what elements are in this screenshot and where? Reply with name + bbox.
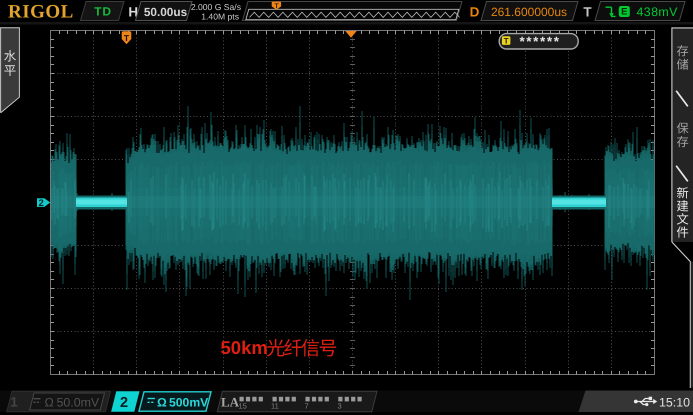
svg-text:Ω: Ω: [157, 395, 167, 409]
svg-text:50.00us: 50.00us: [144, 5, 188, 19]
svg-text:T: T: [504, 36, 509, 45]
svg-text:500mV: 500mV: [169, 395, 209, 409]
svg-text:TD: TD: [94, 4, 112, 18]
svg-text:LA: LA: [221, 395, 240, 410]
svg-text:T: T: [583, 5, 592, 20]
svg-text:E: E: [621, 7, 627, 18]
svg-text:Ω: Ω: [45, 396, 54, 410]
svg-text:D: D: [470, 5, 480, 20]
svg-text:******: ******: [519, 34, 560, 49]
svg-text:438mV: 438mV: [637, 5, 679, 19]
svg-text:3: 3: [338, 401, 342, 410]
svg-text:1: 1: [10, 395, 18, 410]
svg-text:T: T: [124, 33, 130, 43]
svg-text:1.40M pts: 1.40M pts: [201, 11, 239, 21]
svg-text:50.0mV: 50.0mV: [57, 396, 100, 410]
svg-text:15: 15: [239, 401, 247, 410]
svg-text:2: 2: [39, 198, 44, 209]
svg-text:11: 11: [271, 401, 279, 410]
svg-text:2: 2: [120, 395, 128, 411]
svg-text:261.600000us: 261.600000us: [491, 5, 567, 19]
svg-text:7: 7: [305, 401, 309, 410]
svg-text:15:10: 15:10: [659, 395, 690, 409]
svg-text:50km: 50km: [221, 337, 268, 358]
svg-text:RIGOL: RIGOL: [8, 2, 74, 23]
